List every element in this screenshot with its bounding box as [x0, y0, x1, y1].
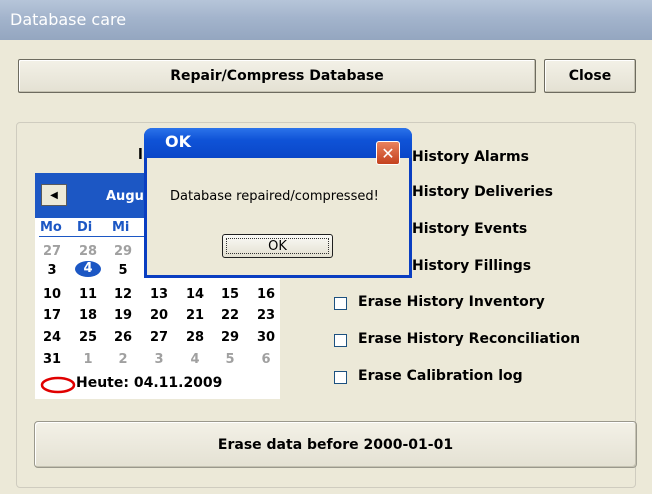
calendar-day[interactable]: 19: [112, 308, 134, 323]
calendar-day[interactable]: 29: [112, 244, 134, 259]
calendar-day[interactable]: 30: [255, 330, 277, 345]
option-erase-history-reconciliation-label: Erase History Reconciliation: [358, 331, 581, 347]
calendar-day[interactable]: 29: [219, 330, 241, 345]
calendar-day[interactable]: 13: [148, 287, 170, 302]
option-history-deliveries-label: History Deliveries: [412, 184, 553, 200]
checkbox-erase-calibration-log[interactable]: [334, 371, 347, 384]
option-history-fillings-label: History Fillings: [412, 258, 532, 274]
calendar-day[interactable]: 31: [41, 352, 63, 367]
calendar-day[interactable]: 21: [184, 308, 206, 323]
calendar-day[interactable]: 16: [255, 287, 277, 302]
calendar-day[interactable]: 6: [255, 352, 277, 367]
option-history-alarms-label: History Alarms: [412, 149, 529, 165]
option-history-events-label: History Events: [412, 221, 528, 237]
checkbox-erase-history-inventory[interactable]: [334, 297, 347, 310]
calendar-prev-month-button[interactable]: ◀: [41, 184, 67, 206]
calendar-day[interactable]: 27: [148, 330, 170, 345]
calendar-day[interactable]: 10: [41, 287, 63, 302]
calendar-day[interactable]: 2: [112, 352, 134, 367]
close-button[interactable]: Close: [544, 59, 636, 93]
calendar-day[interactable]: 23: [255, 308, 277, 323]
dialog-message: Database repaired/compressed!: [170, 189, 379, 204]
calendar-day[interactable]: 14: [184, 287, 206, 302]
calendar-day[interactable]: 4: [184, 352, 206, 367]
repair-compress-button[interactable]: Repair/Compress Database: [18, 59, 536, 93]
calendar-day[interactable]: 27: [41, 244, 63, 259]
window-titlebar[interactable]: Database care: [0, 0, 652, 40]
day-header-mo: Mo: [40, 220, 62, 235]
calendar-day[interactable]: 18: [77, 308, 99, 323]
erase-data-button[interactable]: Erase data before 2000-01-01: [34, 421, 637, 468]
close-icon: ✕: [381, 143, 395, 163]
dialog-close-button[interactable]: ✕: [376, 141, 400, 165]
group-label: l: [138, 147, 143, 163]
calendar-day[interactable]: 25: [77, 330, 99, 345]
dialog-title: OK: [165, 132, 191, 151]
dialog-titlebar[interactable]: OK: [144, 128, 412, 158]
checkbox-erase-history-reconciliation[interactable]: [334, 334, 347, 347]
calendar-day[interactable]: 3: [148, 352, 170, 367]
calendar-day-selected[interactable]: 4: [75, 261, 101, 277]
calendar-day[interactable]: 17: [41, 308, 63, 323]
today-label[interactable]: Heute: 04.11.2009: [76, 375, 222, 391]
triangle-left-icon: ◀: [50, 189, 58, 201]
option-erase-history-inventory-label: Erase History Inventory: [358, 294, 545, 310]
today-circle-icon: [40, 376, 76, 394]
calendar-day[interactable]: 28: [184, 330, 206, 345]
calendar-day[interactable]: 11: [77, 287, 99, 302]
calendar-day[interactable]: 20: [148, 308, 170, 323]
calendar-day[interactable]: 1: [77, 352, 99, 367]
window-title: Database care: [10, 10, 127, 29]
calendar-day[interactable]: 24: [41, 330, 63, 345]
database-care-window: Database care Repair/Compress Database C…: [0, 0, 652, 494]
calendar-day[interactable]: 3: [41, 263, 63, 278]
day-header-di: Di: [77, 220, 93, 235]
calendar-month-label: Augu: [106, 189, 144, 204]
calendar-day[interactable]: 22: [219, 308, 241, 323]
dialog-ok-button[interactable]: OK: [222, 234, 333, 258]
option-erase-calibration-log-label: Erase Calibration log: [358, 368, 523, 384]
day-header-mi: Mi: [112, 220, 130, 235]
calendar-day[interactable]: 26: [112, 330, 134, 345]
calendar-day[interactable]: 12: [112, 287, 134, 302]
calendar-day[interactable]: 15: [219, 287, 241, 302]
calendar-day[interactable]: 5: [112, 263, 134, 278]
calendar-day[interactable]: 28: [77, 244, 99, 259]
focus-rect: [226, 238, 329, 254]
calendar-day[interactable]: 5: [219, 352, 241, 367]
